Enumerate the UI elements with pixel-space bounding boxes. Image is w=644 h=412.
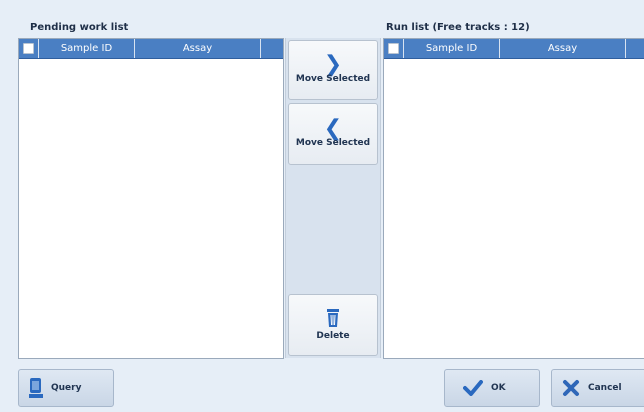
move-selected-left-button[interactable]: ❮ Move Selected xyxy=(288,103,378,165)
pending-select-all-cell xyxy=(19,39,39,58)
delete-button[interactable]: Delete xyxy=(288,294,378,356)
delete-label: Delete xyxy=(316,331,350,341)
move-selected-left-label: Move Selected xyxy=(295,138,371,148)
move-selected-right-button[interactable]: ❯ Move Selected xyxy=(288,40,378,100)
query-person-icon xyxy=(29,378,43,398)
pending-work-list[interactable]: Sample ID Assay xyxy=(18,38,284,359)
run-col-assay[interactable]: Assay xyxy=(500,39,626,58)
pending-select-all-checkbox[interactable] xyxy=(23,43,34,54)
run-select-all-checkbox[interactable] xyxy=(388,43,399,54)
pending-col-assay[interactable]: Assay xyxy=(135,39,261,58)
transfer-controls: ❯ Move Selected ❮ Move Selected Delete xyxy=(285,38,381,358)
query-label: Query xyxy=(51,383,82,393)
chevron-left-icon: ❮ xyxy=(323,116,343,141)
pending-list-title: Pending work list xyxy=(30,22,129,33)
ok-button[interactable]: OK xyxy=(444,369,540,407)
run-list-title: Run list (Free tracks : 12) xyxy=(386,22,530,33)
cancel-button[interactable]: Cancel xyxy=(551,369,644,407)
run-col-extra xyxy=(626,39,644,58)
query-button[interactable]: Query xyxy=(18,369,114,407)
cancel-label: Cancel xyxy=(588,383,622,393)
run-list-header: Sample ID Assay xyxy=(384,39,644,59)
pending-list-header: Sample ID Assay xyxy=(19,39,283,59)
trash-icon xyxy=(327,309,339,327)
pending-col-sample-id[interactable]: Sample ID xyxy=(39,39,135,58)
check-icon xyxy=(463,380,483,396)
chevron-right-icon: ❯ xyxy=(323,52,343,77)
run-col-sample-id[interactable]: Sample ID xyxy=(404,39,500,58)
move-selected-right-label: Move Selected xyxy=(295,74,371,84)
ok-label: OK xyxy=(491,383,506,393)
pending-col-extra xyxy=(261,39,283,58)
x-icon xyxy=(563,380,579,396)
run-select-all-cell xyxy=(384,39,404,58)
run-list[interactable]: Sample ID Assay xyxy=(383,38,644,359)
